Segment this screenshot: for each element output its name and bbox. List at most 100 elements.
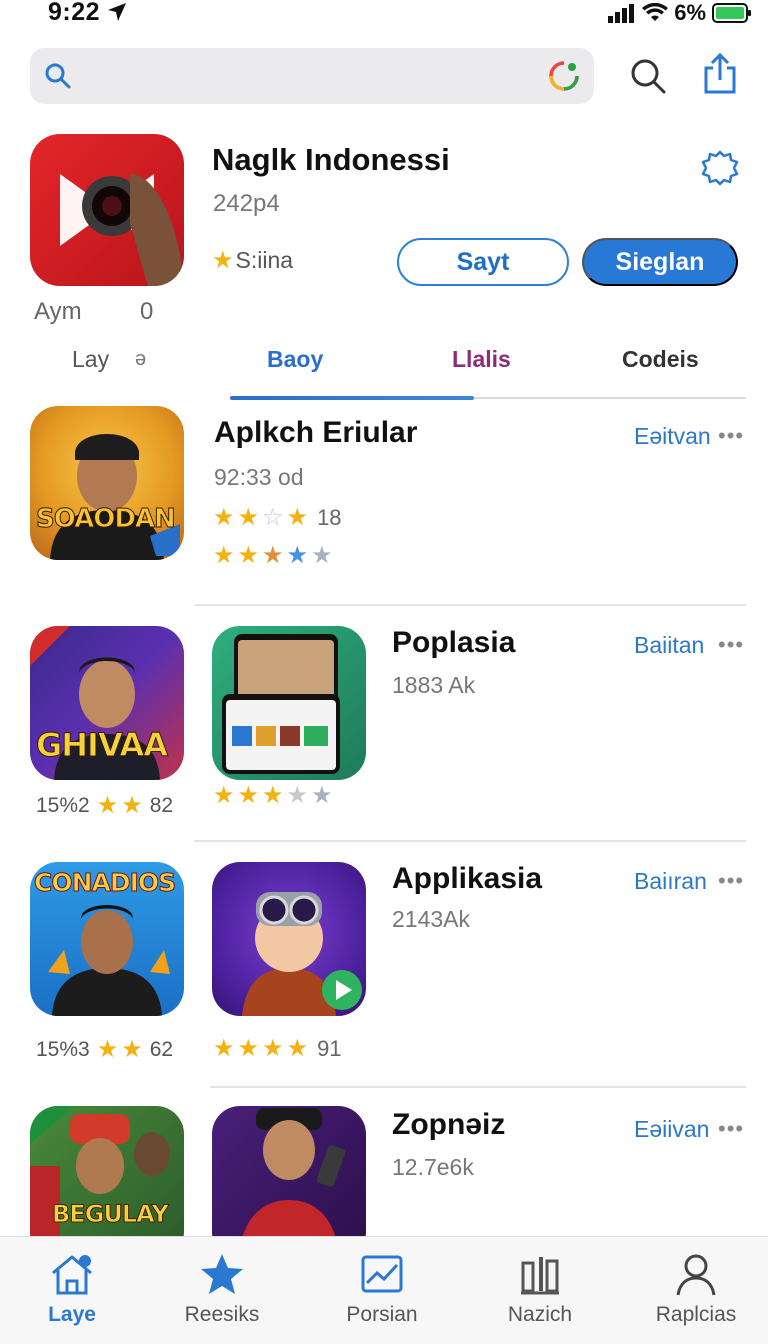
star-icon [201, 1254, 243, 1294]
app-subtitle: 92:33 od [214, 464, 304, 490]
app-icon-poplasia[interactable] [212, 626, 366, 780]
tab-baoy[interactable]: Baoy [267, 346, 323, 373]
featured-app-title: Naglk Indonessi [212, 142, 450, 177]
app-icon-conadios[interactable]: CONADIOS [30, 862, 184, 1016]
star-icon: ★ [262, 1035, 284, 1062]
video-camera-icon [60, 174, 184, 286]
rating-caption-a: 15%2 [36, 794, 90, 817]
rating-stars: ★ ★ ☆ ★ 18 [213, 505, 342, 531]
star-icon: ★ [237, 1035, 260, 1062]
star-icon: ★ [286, 504, 309, 531]
app-action-button[interactable]: Baiıran [634, 868, 707, 895]
rating-stars: 15%3 ★ ★ 62 [36, 1038, 173, 1062]
app-action-button[interactable]: Eəiivan [634, 1116, 709, 1143]
battery-percent: 6% [674, 0, 706, 25]
app-title[interactable]: Applikasia [392, 862, 542, 896]
bottom-tab-bar: Laye Reesiks Porsian Nazich Raplcias [0, 1236, 768, 1344]
icon-caption: GHIVAA [35, 726, 168, 765]
tabbar-label: Porsian [346, 1303, 418, 1326]
home-icon [52, 1255, 92, 1295]
more-options-icon[interactable]: ••• [718, 632, 744, 658]
search-icon [45, 63, 71, 89]
battery-icon [712, 3, 751, 23]
tabbar-label: Laye [48, 1303, 96, 1326]
tabbar-label: Nazich [507, 1303, 573, 1326]
star-icon: ★ [121, 792, 143, 819]
assistant-icon[interactable] [548, 60, 580, 92]
star-icon: ★ [286, 1035, 309, 1062]
app-action-button[interactable]: Baiitan [634, 632, 704, 659]
tabbar-item-raplcias[interactable]: Raplcias [626, 1237, 766, 1344]
cellular-signal-icon [608, 4, 635, 23]
settings-icon[interactable] [700, 148, 740, 188]
phone-screens-icon [222, 634, 340, 774]
tabbar-label: Reesiks [184, 1303, 260, 1326]
featured-app-icon[interactable] [30, 134, 184, 286]
star-icon: ★ [212, 247, 234, 274]
tab-llalis[interactable]: Llalis [452, 346, 511, 373]
featured-meta-value: 0 [140, 298, 154, 325]
tabbar-item-reesiks[interactable]: Reesiks [152, 1237, 292, 1344]
rating-caption-b: 62 [149, 1038, 174, 1061]
rating-count: 18 [317, 505, 342, 530]
featured-app-subtitle: 242p4 [213, 190, 280, 217]
tab-active-indicator [230, 396, 474, 400]
star-icon: ★ [213, 782, 235, 809]
secondary-action-button[interactable]: Sayt [397, 238, 569, 286]
chart-icon [361, 1255, 403, 1293]
more-options-icon[interactable]: ••• [718, 423, 744, 449]
location-arrow-icon [108, 3, 126, 21]
app-icon-applikasia[interactable] [212, 862, 366, 1016]
app-icon-ghivaa[interactable]: GHIVAA [30, 626, 184, 780]
search-bar[interactable] [30, 48, 594, 104]
star-icon: ★ [286, 542, 309, 569]
featured-meta-label: Aym [34, 298, 82, 325]
star-icon: ★ [96, 1036, 119, 1063]
star-icon: ★ [286, 782, 309, 809]
person-icon [676, 1254, 716, 1296]
app-title[interactable]: Zopnəiz [392, 1108, 505, 1142]
app-subtitle: 12.7e6k [392, 1154, 474, 1180]
star-icon: ★ [121, 1036, 143, 1063]
app-action-button[interactable]: Eəitvan [634, 423, 711, 450]
app-title[interactable]: Aplkch Eriular [214, 416, 417, 450]
star-icon: ★ [237, 782, 260, 809]
tabbar-item-nazich[interactable]: Nazich [470, 1237, 610, 1344]
star-icon: ☆ [262, 504, 284, 531]
rating-count: 91 [317, 1036, 342, 1061]
star-icon: ★ [213, 1035, 235, 1062]
rating-caption-a: 15%3 [36, 1038, 90, 1061]
library-icon [521, 1257, 559, 1295]
share-icon[interactable] [700, 52, 740, 96]
app-title[interactable]: Poplasia [392, 626, 515, 660]
wifi-icon [642, 3, 669, 21]
star-icon: ★ [237, 504, 260, 531]
rating-stars: 15%2 ★ ★ 82 [36, 794, 173, 818]
star-icon: ★ [311, 542, 333, 569]
star-icon: ★ [213, 542, 235, 569]
app-subtitle: 1883 Ak [392, 672, 476, 698]
featured-rating: ★ S:iina [212, 246, 293, 275]
search-input[interactable] [86, 58, 526, 94]
status-bar: 9:22 6% [0, 0, 768, 30]
search-icon[interactable] [628, 56, 668, 96]
tabbar-item-laye[interactable]: Laye [2, 1237, 142, 1344]
star-icon: ★ [262, 782, 284, 809]
more-options-icon[interactable]: ••• [718, 868, 744, 894]
rating-stars: ★ ★ ★ ★ ★ [213, 784, 333, 808]
tabbar-item-porsian[interactable]: Porsian [312, 1237, 452, 1344]
app-icon-soaodan[interactable]: SOAODAN [30, 406, 184, 560]
rating-stars-secondary: ★ ★ ★ ★ ★ [213, 544, 333, 568]
more-options-icon[interactable]: ••• [718, 1116, 744, 1142]
character-icon [242, 892, 362, 1016]
primary-action-button[interactable]: Sieglan [582, 238, 738, 286]
divider [194, 604, 746, 606]
star-icon: ★ [262, 542, 284, 569]
app-subtitle: 2143Ak [392, 906, 471, 932]
featured-rating-text: S:iina [235, 247, 294, 273]
divider [194, 840, 746, 842]
star-icon: ★ [311, 782, 333, 809]
icon-caption: CONADIOS [33, 868, 176, 898]
tabbar-label: Raplcias [655, 1303, 737, 1326]
tab-codeis[interactable]: Codeis [622, 346, 699, 373]
